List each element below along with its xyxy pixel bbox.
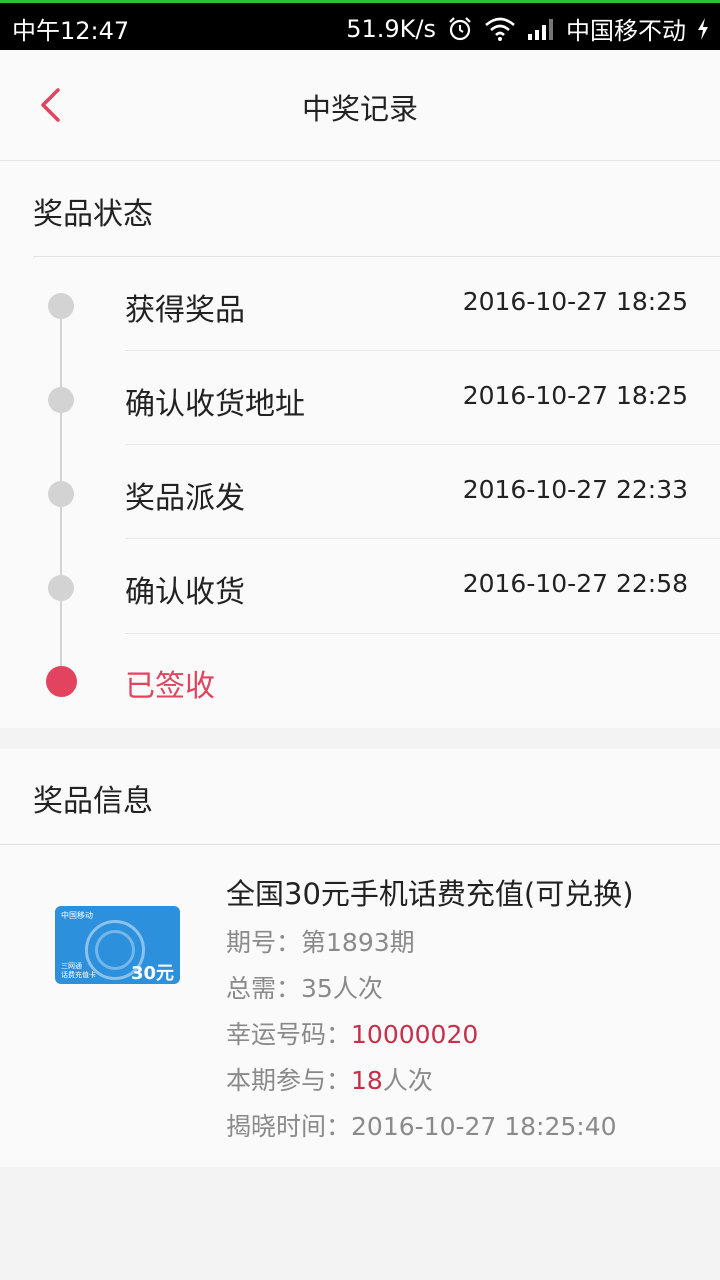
card-brand-text: 中国移动: [61, 911, 93, 920]
cellular-signal-icon: [526, 17, 556, 41]
timeline-step: 确认收货地址 2016-10-27 18:25: [0, 351, 720, 445]
prize-name: 全国30元手机话费充值(可兑换): [226, 877, 634, 911]
step-time: 2016-10-27 22:33: [462, 475, 688, 504]
timeline-step: 获得奖品 2016-10-27 18:25: [0, 257, 720, 351]
timeline-dot: [48, 387, 74, 413]
step-time: 2016-10-27 18:25: [462, 287, 688, 316]
timeline-dot-active: [46, 666, 77, 697]
card-amount: 30元: [130, 963, 174, 984]
status-right-group: 51.9K/s 中国移不动: [346, 11, 710, 46]
prize-info-section: 奖品信息 中国移动 三网通 话费充值卡 30元 全国30元手机话费充值(可兑换)…: [0, 749, 720, 1167]
participation-row: 本期参与：18人次: [226, 1061, 433, 1097]
timeline-dot: [48, 575, 74, 601]
signal-indicator-line: [0, 0, 720, 3]
section-divider: [0, 844, 720, 845]
timeline-step: 奖品派发 2016-10-27 22:33: [0, 445, 720, 539]
page-title: 中奖记录: [301, 92, 418, 126]
step-time: 2016-10-27 22:58: [462, 569, 688, 598]
total-label: 总需：: [226, 974, 302, 1003]
participation-label: 本期参与：: [226, 1066, 352, 1095]
lucky-number-row: 幸运号码：10000020: [226, 1015, 478, 1051]
card-caption: 三网通 话费充值卡: [61, 962, 96, 979]
logo-inner-ring: [95, 930, 135, 970]
reveal-time-row: 揭晓时间：2016-10-27 18:25:40: [226, 1107, 617, 1143]
step-label: 确认收货: [125, 575, 245, 610]
step-time: 2016-10-27 18:25: [462, 381, 688, 410]
timeline-dot: [48, 481, 74, 507]
timeline-dot: [48, 293, 74, 319]
timeline-step: 确认收货 2016-10-27 22:58: [0, 539, 720, 634]
period-value: 第1893期: [301, 928, 415, 957]
lucky-number-label: 幸运号码：: [226, 1020, 352, 1049]
participation-unit: 人次: [382, 1066, 433, 1095]
participation-value: 18: [351, 1066, 383, 1095]
prize-status-title: 奖品状态: [33, 197, 153, 232]
step-label: 确认收货地址: [125, 387, 305, 422]
alarm-icon: [446, 15, 474, 43]
prize-info-title: 奖品信息: [33, 784, 153, 819]
status-time: 中午12:47: [12, 17, 130, 45]
carrier-name: 中国移不动: [566, 17, 686, 45]
reveal-time-label: 揭晓时间：: [226, 1112, 352, 1141]
step-label: 奖品派发: [125, 481, 245, 516]
charging-icon: [696, 17, 710, 41]
total-value: 35人次: [301, 974, 383, 1003]
reveal-time-value: 2016-10-27 18:25:40: [351, 1112, 617, 1141]
prize-card-image: 中国移动 三网通 话费充值卡 30元: [55, 906, 180, 984]
period-row: 期号：第1893期: [226, 923, 415, 959]
step-label-current: 已签收: [125, 669, 215, 704]
lucky-number-value: 10000020: [351, 1020, 479, 1049]
period-label: 期号：: [226, 928, 302, 957]
wifi-icon: [484, 16, 516, 42]
status-bar: 中午12:47 51.9K/s 中国移不动: [0, 0, 720, 50]
nav-bar: 中奖记录: [0, 50, 720, 161]
timeline-step-current: 已签收: [0, 633, 720, 727]
step-label: 获得奖品: [125, 293, 245, 328]
prize-status-section: 奖品状态 获得奖品 2016-10-27 18:25 确认收货地址 2016-1…: [0, 161, 720, 728]
total-row: 总需：35人次: [226, 969, 383, 1005]
network-speed: 51.9K/s: [346, 14, 436, 43]
